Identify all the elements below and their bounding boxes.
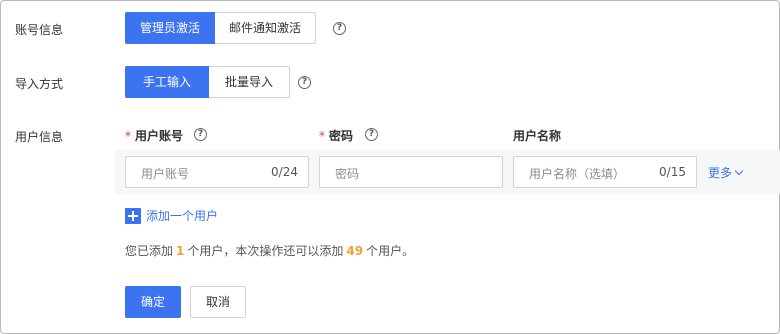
account-char-count: 0/24: [271, 165, 298, 179]
email-activate-option[interactable]: 邮件通知激活: [215, 12, 317, 44]
name-placeholder: 用户名称（选填）: [529, 167, 626, 181]
user-info-label: 用户信息: [15, 130, 64, 144]
plus-icon: [125, 207, 141, 224]
added-count: 1: [176, 244, 185, 258]
password-placeholder: 密码: [335, 167, 360, 181]
name-input[interactable]: 用户名称（选填） 0/15: [513, 156, 697, 188]
help-icon[interactable]: ?: [365, 128, 378, 141]
help-icon[interactable]: ?: [298, 76, 311, 89]
required-mark: *: [319, 129, 325, 143]
password-column-header: * 密码: [319, 129, 354, 143]
batch-import-option[interactable]: 批量导入: [209, 66, 291, 98]
help-icon[interactable]: ?: [333, 22, 346, 35]
account-column-header: * 用户账号: [125, 129, 184, 143]
confirm-button[interactable]: 确定: [125, 286, 181, 318]
required-mark: *: [125, 129, 131, 143]
name-column-header: 用户名称: [513, 129, 562, 143]
cancel-button[interactable]: 取消: [190, 286, 246, 318]
user-add-form: 账号信息 管理员激活 邮件通知激活 ? 导入方式 手工输入 批量导入 ? 用户信…: [0, 0, 780, 334]
account-placeholder: 用户账号: [141, 167, 190, 181]
add-user-label: 添加一个用户: [146, 209, 219, 223]
account-input[interactable]: 用户账号 0/24: [125, 156, 309, 188]
user-count-summary: 您已添加 1 个用户，本次操作还可以添加 49 个用户。: [125, 244, 415, 258]
account-info-label: 账号信息: [15, 23, 64, 37]
admin-activate-option[interactable]: 管理员激活: [125, 12, 216, 44]
name-char-count: 0/15: [659, 165, 686, 179]
help-icon[interactable]: ?: [194, 128, 207, 141]
manual-input-option[interactable]: 手工输入: [125, 66, 210, 98]
more-options-link[interactable]: 更多: [708, 164, 744, 181]
add-user-button[interactable]: 添加一个用户: [125, 207, 218, 224]
remaining-count: 49: [346, 244, 364, 258]
import-method-label: 导入方式: [15, 77, 64, 91]
password-input[interactable]: 密码: [319, 156, 503, 188]
chevron-down-icon: [734, 166, 744, 175]
account-activation-toggle: 管理员激活 邮件通知激活: [125, 12, 317, 44]
import-method-toggle: 手工输入 批量导入: [125, 66, 291, 98]
